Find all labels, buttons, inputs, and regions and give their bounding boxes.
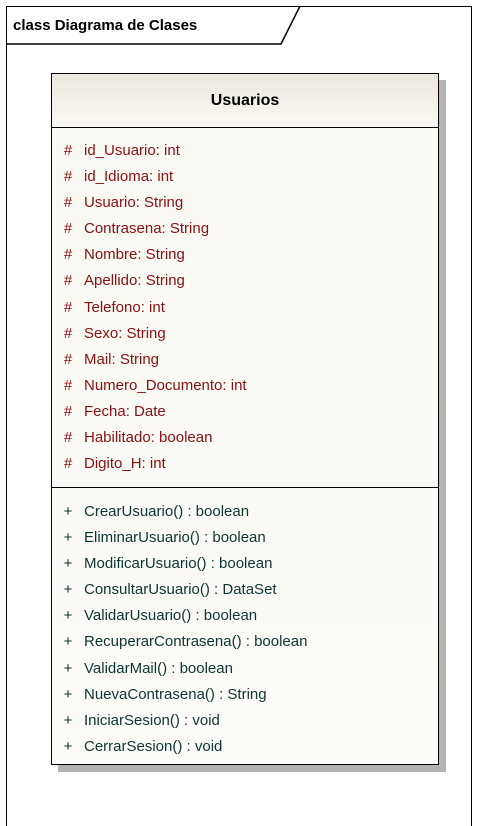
attribute-row-text: Apellido: String [84,272,185,290]
operation-row-text: ValidarUsuario() : boolean [84,607,258,625]
attribute-row-text: Nombre: String [84,246,185,264]
visibility-marker: # [63,402,73,420]
visibility-marker: + [63,555,73,573]
compartment-divider [52,487,438,488]
visibility-marker: + [63,529,73,547]
visibility-marker: + [63,607,73,625]
class-usuarios[interactable]: Usuarios # id_Usuario: int # id_Idioma: int… [51,73,439,765]
attribute-row-text: Usuario: String [84,194,184,212]
visibility-marker: + [63,633,73,651]
operation-row-text: NuevaContrasena() : String [84,685,267,703]
operation-row-text: CrearUsuario() : boolean [84,503,250,520]
visibility-marker: + [63,659,73,677]
attribute-row-text: Contrasena: String [84,220,210,238]
operation-row-text: RecuperarContrasena() : boolean [84,633,308,651]
operation-row-text: EliminarUsuario() : boolean [84,529,266,547]
visibility-marker: + [63,581,73,599]
visibility-marker: # [63,246,73,264]
visibility-marker: + [63,685,73,703]
visibility-marker: + [63,711,73,729]
visibility-marker: + [63,503,73,520]
frame-label: class Diagrama de Clases [13,17,198,34]
visibility-marker: + [63,737,73,755]
attribute-row-text: Digito_H: int [84,455,166,473]
attribute-row-text: Sexo: String [84,324,166,342]
attribute-row-text: id_Idioma: int [84,168,174,186]
operation-row-text: ValidarMail() : boolean [84,659,233,677]
operation-row-text: IniciarSesion() : void [84,711,220,729]
visibility-marker: # [63,194,73,212]
attribute-row-text: Fecha: Date [84,402,166,420]
visibility-marker: # [63,324,73,342]
attribute-row-text: Numero_Documento: int [84,376,247,394]
operation-row-text: CerrarSesion() : void [84,737,223,755]
attribute-row-text: Habilitado: boolean [84,429,213,447]
attribute-row-text: Mail: String [84,350,160,368]
visibility-marker: # [63,350,73,368]
visibility-marker: # [63,168,73,186]
visibility-marker: # [63,220,73,238]
visibility-marker: # [63,376,73,394]
visibility-marker: # [63,142,73,159]
visibility-marker: # [63,429,73,447]
attribute-row-text: Telefono: int [84,298,165,316]
compartment-divider [52,127,438,128]
attribute-row-text: id_Usuario: int [84,142,180,159]
operation-row-text: ModificarUsuario() : boolean [84,555,273,573]
class-name: Usuarios [210,92,280,109]
visibility-marker: # [63,455,73,473]
operation-row-text: ConsultarUsuario() : DataSet [84,581,277,599]
visibility-marker: # [63,298,73,316]
visibility-marker: # [63,272,73,290]
